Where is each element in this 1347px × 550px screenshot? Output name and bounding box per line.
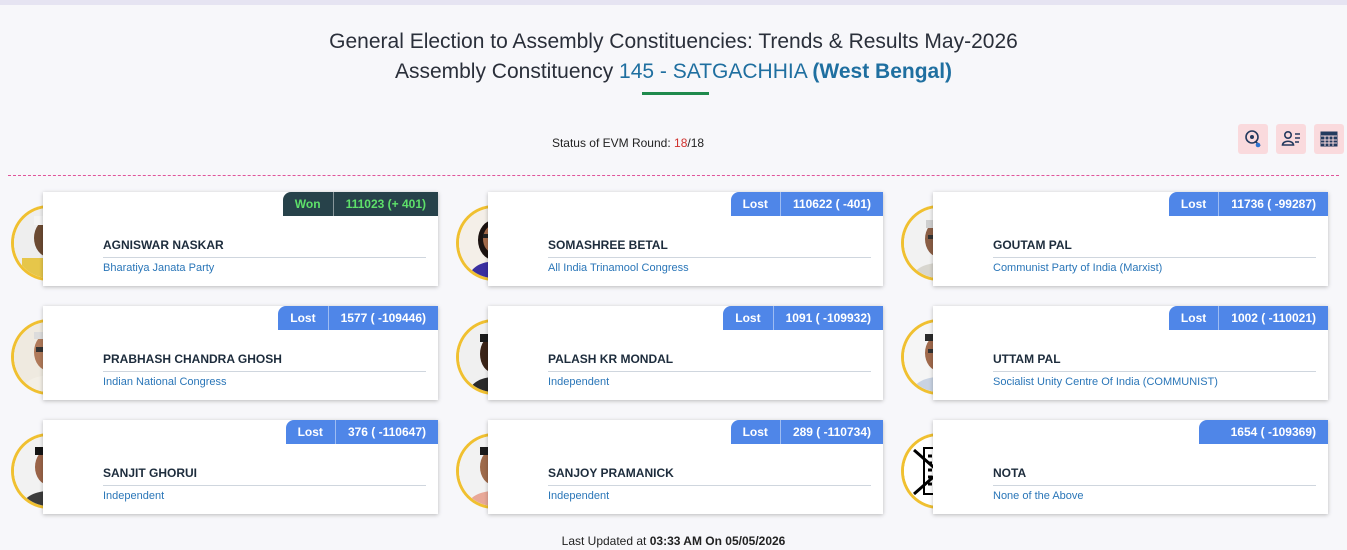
candidate-card[interactable]: 1654 ( -109369) NOTA None of the Above <box>933 420 1328 514</box>
result-status: Lost <box>723 306 774 330</box>
candidate-card[interactable]: Lost 1577 ( -109446) PRABHASH CHANDRA GH… <box>43 306 438 400</box>
result-status: Lost <box>1169 306 1220 330</box>
candidate-name: UTTAM PAL <box>993 352 1061 366</box>
result-status: Won <box>283 192 334 216</box>
top-bar <box>0 0 1347 5</box>
result-badge: Lost 110622 ( -401) <box>730 192 883 216</box>
page-title: General Election to Assembly Constituenc… <box>329 30 1018 53</box>
result-badge: Lost 1002 ( -110021) <box>1168 306 1328 330</box>
candidate-list-button[interactable] <box>1276 124 1306 154</box>
card-divider <box>103 257 426 258</box>
candidate-card[interactable]: Won 111023 (+ 401) AGNISWAR NASKAR Bhara… <box>43 192 438 286</box>
vote-count: 111023 (+ 401) <box>345 197 426 211</box>
title-underline <box>642 92 709 95</box>
candidate-list-icon <box>1281 130 1300 146</box>
candidate-name: PRABHASH CHANDRA GHOSH <box>103 352 282 366</box>
constituency-prefix: Assembly Constituency <box>394 60 614 83</box>
party-name: Bharatiya Janata Party <box>103 262 215 274</box>
candidate-name: SOMASHREE BETAL <box>548 238 668 252</box>
card-divider <box>993 371 1316 372</box>
result-badge: Won 111023 (+ 401) <box>282 192 438 216</box>
candidate-card[interactable]: Lost 1002 ( -110021) UTTAM PAL Socialist… <box>933 306 1328 400</box>
map-pin-icon <box>1245 130 1261 148</box>
party-name: Independent <box>548 376 610 388</box>
last-updated-label: Last Updated at <box>561 534 647 548</box>
constituency-title: Assembly Constituency 145 - SATGACHHIA (… <box>0 60 1347 84</box>
result-status: Lost <box>731 192 781 216</box>
result-status: Lost <box>286 420 336 444</box>
map-view-button[interactable] <box>1238 124 1268 154</box>
vote-count: 1654 ( -109369) <box>1230 425 1316 439</box>
card-divider <box>103 371 426 372</box>
result-badge: Lost 289 ( -110734) <box>730 420 883 444</box>
section-divider <box>8 175 1339 176</box>
candidate-card[interactable]: Lost 11736 ( -99287) GOUTAM PAL Communis… <box>933 192 1328 286</box>
candidate-name: AGNISWAR NASKAR <box>103 238 224 252</box>
party-name: None of the Above <box>993 490 1084 502</box>
state-name: (West Bengal) <box>812 60 953 83</box>
vote-count: 1577 ( -109446) <box>340 311 426 325</box>
party-name: Independent <box>103 490 165 502</box>
candidate-name: PALASH KR MONDAL <box>548 352 674 366</box>
candidate-card[interactable]: Lost 376 ( -110647) SANJIT GHORUI Indepe… <box>43 420 438 514</box>
evm-round-total: /18 <box>687 136 705 150</box>
evm-round-status: Status of EVM Round: 18/18 <box>0 136 1256 150</box>
evm-round-current: 18 <box>674 136 688 150</box>
vote-count: 1002 ( -110021) <box>1231 311 1316 325</box>
candidate-card[interactable]: Lost 110622 ( -401) SOMASHREE BETAL All … <box>488 192 883 286</box>
candidate-name: NOTA <box>993 466 1027 480</box>
candidate-name: GOUTAM PAL <box>993 238 1072 252</box>
candidate-card[interactable]: Lost 1091 ( -109932) PALASH KR MONDAL In… <box>488 306 883 400</box>
card-divider <box>548 257 871 258</box>
vote-count: 110622 ( -401) <box>792 197 871 211</box>
card-divider <box>548 485 871 486</box>
candidate-name: SANJIT GHORUI <box>103 466 198 480</box>
vote-count: 289 ( -110734) <box>792 425 871 439</box>
result-badge: Lost 1091 ( -109932) <box>723 306 883 330</box>
table-view-button[interactable] <box>1314 124 1344 154</box>
vote-count: 1091 ( -109932) <box>785 311 871 325</box>
result-status: Lost <box>731 420 781 444</box>
last-updated: Last Updated at 03:33 AM On 05/05/2026 <box>0 534 1347 548</box>
table-grid-icon <box>1320 131 1338 147</box>
last-updated-time: 03:33 AM On 05/05/2026 <box>649 534 786 548</box>
party-name: Independent <box>548 490 610 502</box>
result-badge: Lost 376 ( -110647) <box>285 420 438 444</box>
result-status: Lost <box>1169 192 1220 216</box>
party-name: Communist Party of India (Marxist) <box>993 262 1163 274</box>
card-divider <box>103 485 426 486</box>
evm-round-label: Status of EVM Round: <box>551 136 671 150</box>
result-status: Lost <box>278 306 329 330</box>
candidate-name: SANJOY PRAMANICK <box>548 466 674 480</box>
candidate-card[interactable]: Lost 289 ( -110734) SANJOY PRAMANICK Ind… <box>488 420 883 514</box>
card-divider <box>993 257 1316 258</box>
result-badge: 1654 ( -109369) <box>1198 420 1328 444</box>
view-toolbar <box>1238 124 1344 154</box>
vote-count: 11736 ( -99287) <box>1231 197 1316 211</box>
vote-count: 376 ( -110647) <box>347 425 426 439</box>
constituency-code: 145 - SATGACHHIA <box>619 60 807 83</box>
result-badge: Lost 1577 ( -109446) <box>278 306 438 330</box>
result-badge: Lost 11736 ( -99287) <box>1168 192 1328 216</box>
party-name: Socialist Unity Centre Of India (COMMUNI… <box>993 376 1218 388</box>
party-name: Indian National Congress <box>103 376 227 388</box>
card-divider <box>993 485 1316 486</box>
party-name: All India Trinamool Congress <box>548 262 689 274</box>
card-divider <box>548 371 871 372</box>
